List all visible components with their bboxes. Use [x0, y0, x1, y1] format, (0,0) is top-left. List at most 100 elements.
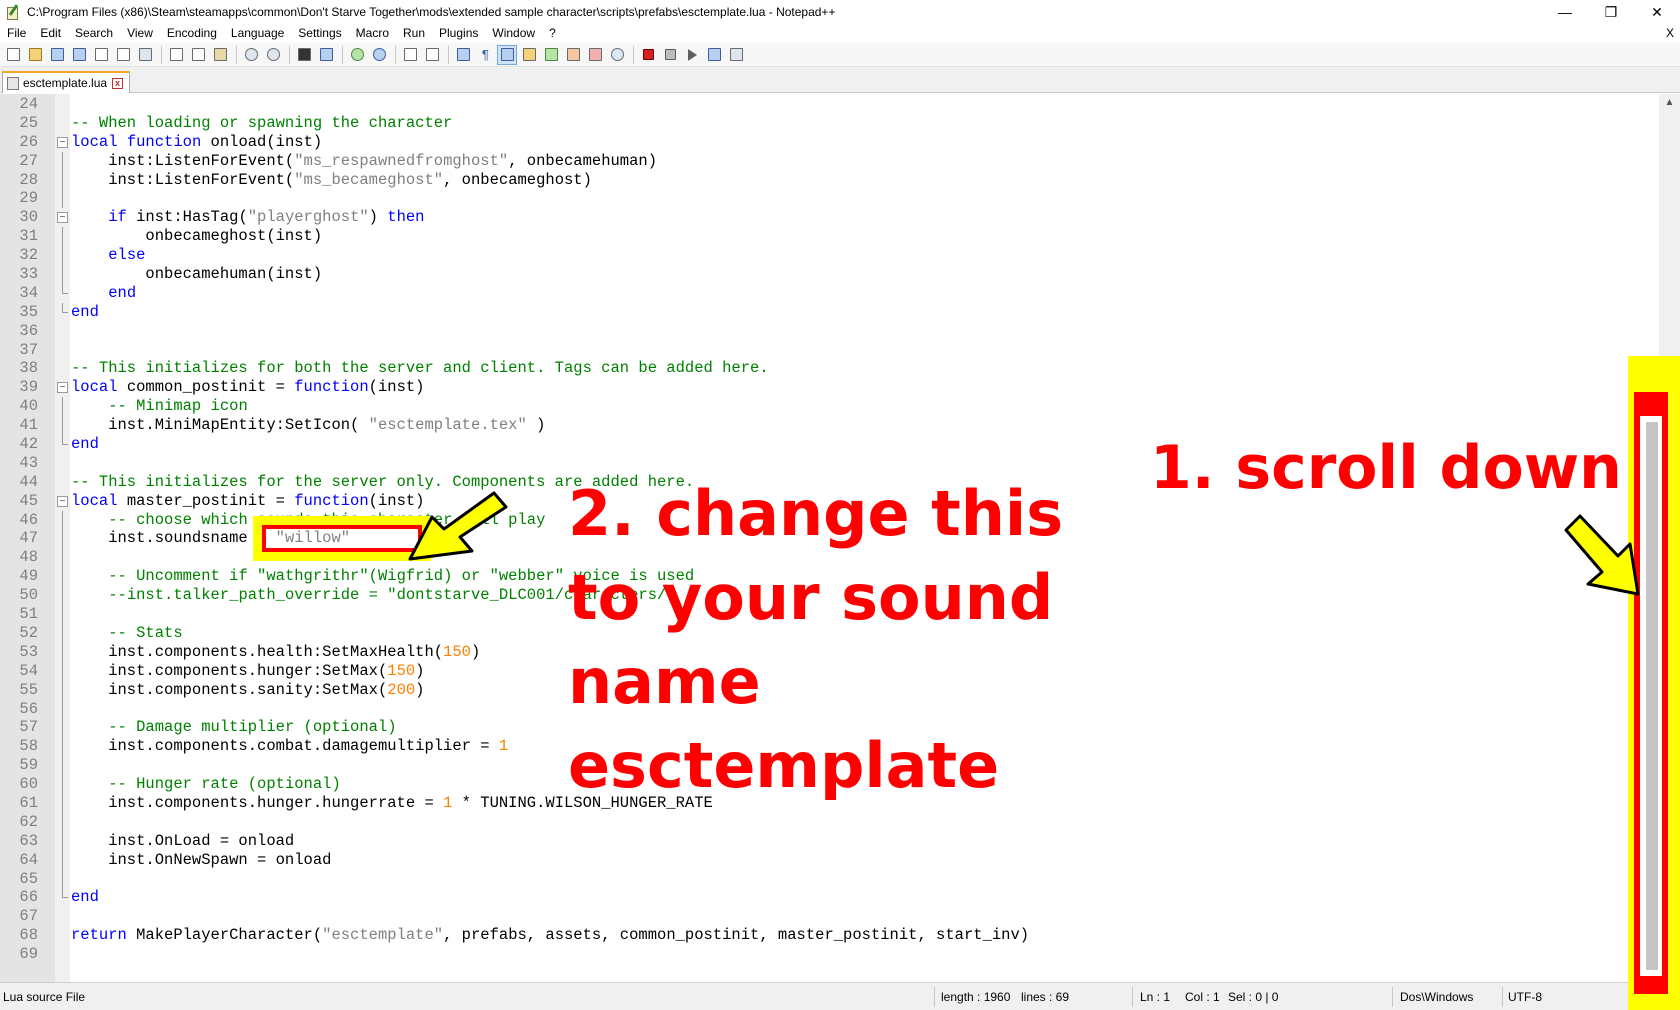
menu-view[interactable]: View	[120, 24, 160, 43]
menu-run[interactable]: Run	[396, 24, 432, 43]
code-line[interactable]: 27 inst:ListenForEvent("ms_respawnedfrom…	[0, 151, 1620, 171]
code-line[interactable]: 34 end	[0, 283, 1620, 303]
code-line[interactable]: 39 − local common_postinit = function(inst…	[0, 378, 1620, 397]
undo-icon[interactable]	[242, 46, 260, 64]
code-line[interactable]: 32 else	[0, 246, 1620, 266]
menu-help[interactable]: ?	[542, 24, 563, 43]
code-line[interactable]: 69	[0, 945, 1620, 964]
code-line[interactable]: 24	[0, 95, 1620, 114]
restore-button[interactable]: ❐	[1588, 0, 1634, 24]
close-file-icon[interactable]	[92, 46, 110, 64]
record-macro-icon[interactable]	[639, 46, 657, 64]
menu-search[interactable]: Search	[68, 24, 120, 43]
sync-vertical-icon[interactable]	[401, 46, 419, 64]
line-number: 65	[19, 869, 38, 888]
code-line[interactable]: 36	[0, 322, 1620, 341]
code-line[interactable]: 30 − if inst:HasTag("playerghost") then	[0, 208, 1620, 227]
monitoring-icon[interactable]	[608, 46, 626, 64]
sync-horizontal-icon[interactable]	[423, 46, 441, 64]
code-line[interactable]: 31 onbecameghost(inst)	[0, 227, 1620, 247]
save-all-icon[interactable]	[70, 46, 88, 64]
keyword-token: function	[126, 132, 202, 151]
code-line[interactable]: 65	[0, 869, 1620, 889]
replace-icon[interactable]	[317, 46, 335, 64]
fold-toggle-icon[interactable]: −	[57, 136, 68, 148]
zoom-in-icon[interactable]	[348, 46, 366, 64]
open-file-icon[interactable]	[26, 46, 44, 64]
redo-icon[interactable]	[264, 46, 282, 64]
user-language-icon[interactable]	[520, 46, 538, 64]
code-line[interactable]: 67	[0, 907, 1620, 926]
stop-macro-icon[interactable]	[661, 46, 679, 64]
menu-language[interactable]: Language	[224, 24, 291, 43]
scrollbar-thumb[interactable]	[1646, 422, 1658, 970]
file-icon	[7, 76, 19, 90]
keyword-token: end	[71, 435, 99, 454]
fold-line-marker	[62, 529, 63, 549]
fold-toggle-icon[interactable]: −	[57, 382, 68, 394]
tab-close-icon[interactable]: x	[112, 77, 124, 89]
indent-guide-icon[interactable]	[497, 44, 517, 65]
save-macro-icon[interactable]	[727, 46, 745, 64]
code-line[interactable]: 62	[0, 812, 1620, 832]
paste-icon[interactable]	[211, 46, 229, 64]
print-icon[interactable]	[136, 46, 154, 64]
arrow-icon	[1564, 514, 1640, 596]
code-line[interactable]: 37	[0, 341, 1620, 360]
zoom-out-icon[interactable]	[370, 46, 388, 64]
menu-file[interactable]: File	[0, 24, 33, 43]
word-wrap-icon[interactable]	[454, 46, 472, 64]
fold-toggle-icon[interactable]: −	[57, 495, 68, 507]
code-line[interactable]: 28 inst:ListenForEvent("ms_becameghost",…	[0, 170, 1620, 190]
fold-toggle-icon[interactable]: −	[57, 212, 68, 224]
show-all-chars-icon[interactable]: ¶	[476, 46, 494, 64]
line-number: 41	[19, 416, 38, 435]
menu-edit[interactable]: Edit	[33, 24, 68, 43]
code-token: inst:ListenForEvent(	[71, 170, 295, 189]
play-macro-icon[interactable]	[683, 46, 701, 64]
code-token: inst.components.sanity:SetMax(	[71, 680, 388, 699]
folder-workspace-icon[interactable]	[586, 46, 604, 64]
close-all-icon[interactable]	[114, 46, 132, 64]
menu-encoding[interactable]: Encoding	[160, 24, 224, 43]
code-line[interactable]: 25 -- When loading or spawning the charac…	[0, 114, 1620, 133]
line-number: 52	[19, 623, 38, 642]
run-macro-multiple-icon[interactable]	[705, 46, 723, 64]
code-line[interactable]: 29	[0, 189, 1620, 209]
menu-window[interactable]: Window	[485, 24, 542, 43]
keyword-token: return	[71, 926, 127, 945]
code-line[interactable]: 66 end	[0, 888, 1620, 907]
menu-plugins[interactable]: Plugins	[432, 24, 485, 43]
code-line[interactable]: 38 -- This initializes for both the serve…	[0, 359, 1620, 378]
copy-icon[interactable]	[189, 46, 207, 64]
close-button[interactable]: ✕	[1634, 0, 1680, 24]
code-line[interactable]: 68 return MakePlayerCharacter("esctemplat…	[0, 926, 1620, 945]
code-line[interactable]: 35 end	[0, 302, 1620, 322]
code-line[interactable]: 40 -- Minimap icon	[0, 397, 1620, 417]
find-icon[interactable]	[295, 46, 313, 64]
line-number: 55	[19, 680, 38, 699]
code-line[interactable]: 33 onbecamehuman(inst)	[0, 265, 1620, 284]
cut-icon[interactable]	[167, 46, 185, 64]
code-line[interactable]: 63 inst.OnLoad = onload	[0, 831, 1620, 851]
code-line[interactable]: 26 − local function onload(inst)	[0, 133, 1620, 152]
function-list-icon[interactable]	[564, 46, 582, 64]
notepadpp-app-icon[interactable]	[5, 4, 21, 20]
close-document-button[interactable]: X	[1666, 24, 1674, 43]
menu-settings[interactable]: Settings	[291, 24, 348, 43]
doc-map-icon[interactable]	[542, 46, 560, 64]
scroll-up-arrow-icon[interactable]: ▲	[1659, 94, 1680, 111]
line-number: 27	[19, 151, 38, 170]
menu-macro[interactable]: Macro	[349, 24, 396, 43]
minimize-button[interactable]: —	[1542, 0, 1588, 24]
status-eol[interactable]: Dos\Windows	[1400, 983, 1473, 1010]
status-encoding[interactable]: UTF-8	[1508, 983, 1542, 1010]
line-number: 34	[19, 283, 38, 302]
code-line[interactable]: 64 inst.OnNewSpawn = onload	[0, 850, 1620, 870]
number-token: 1	[498, 737, 509, 756]
new-file-icon[interactable]	[4, 46, 22, 64]
code-text: inst.OnLoad = onload	[71, 832, 294, 851]
save-icon[interactable]	[48, 46, 66, 64]
tab-esctemplate-lua[interactable]: esctemplate.lua x	[2, 71, 131, 93]
